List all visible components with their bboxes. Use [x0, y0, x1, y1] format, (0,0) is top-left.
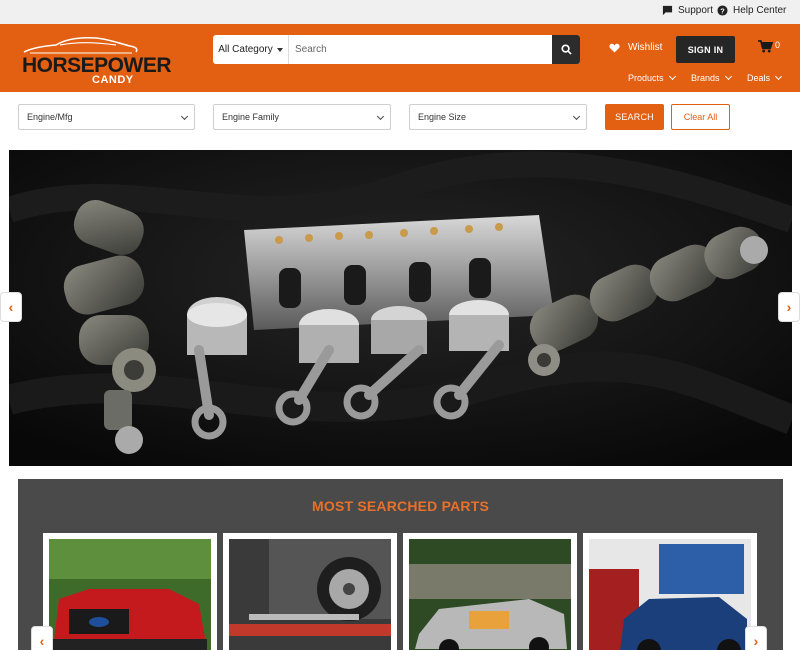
nav-deals-label: Deals: [747, 73, 771, 83]
engine-size-select[interactable]: Engine Size: [409, 104, 587, 130]
heart-icon: [609, 43, 620, 53]
help-center-label: Help Center: [733, 5, 787, 16]
product-card[interactable]: [223, 533, 397, 650]
product-image: [409, 539, 571, 650]
chat-icon: [662, 5, 673, 16]
support-link[interactable]: Support: [662, 5, 713, 16]
nav-deals[interactable]: Deals: [747, 72, 783, 83]
nav-products[interactable]: Products: [628, 72, 676, 83]
category-dropdown[interactable]: All Category: [213, 35, 289, 64]
most-searched-section: MOST SEARCHED PARTS: [18, 479, 783, 650]
cart-icon: [758, 40, 773, 53]
engine-parts-image: [9, 150, 792, 466]
parts-next-button[interactable]: ›: [745, 626, 767, 650]
nav-products-label: Products: [628, 73, 664, 83]
svg-text:?: ?: [720, 6, 725, 15]
help-center-link[interactable]: ? Help Center: [717, 5, 786, 16]
hero-next-button[interactable]: ›: [778, 292, 800, 322]
brand-subname: CANDY: [92, 74, 134, 86]
sign-in-button[interactable]: SIGN IN: [676, 36, 735, 63]
nav-brands[interactable]: Brands: [691, 72, 732, 83]
chevron-down-icon: [668, 72, 676, 81]
filter-search-button[interactable]: SEARCH: [605, 104, 664, 130]
search-icon: [560, 44, 572, 55]
engine-mfg-label: Engine/Mfg: [27, 112, 73, 122]
clear-all-button[interactable]: Clear All: [671, 104, 730, 130]
wishlist-label: Wishlist: [628, 42, 663, 53]
search-button[interactable]: [552, 35, 580, 64]
engine-family-label: Engine Family: [222, 112, 280, 122]
chevron-down-icon: [376, 112, 385, 121]
cart-count: 0: [775, 40, 781, 50]
product-card[interactable]: [583, 533, 757, 650]
car-logo-icon: [23, 36, 138, 54]
product-image: [229, 539, 391, 650]
chevron-down-icon: [180, 112, 189, 121]
engine-family-select[interactable]: Engine Family: [213, 104, 391, 130]
product-card[interactable]: [43, 533, 217, 650]
wishlist-link[interactable]: Wishlist: [609, 42, 662, 53]
hero-banner: [9, 150, 792, 466]
hero-prev-button[interactable]: ‹: [0, 292, 22, 322]
category-label: All Category: [218, 44, 273, 55]
cart-button[interactable]: 0: [758, 40, 780, 53]
question-icon: ?: [717, 5, 728, 16]
chevron-down-icon: [774, 72, 783, 81]
chevron-down-icon: [724, 72, 732, 81]
search-input[interactable]: [291, 35, 551, 64]
engine-mfg-select[interactable]: Engine/Mfg: [18, 104, 195, 130]
search-bar: All Category: [213, 35, 580, 64]
product-image: [589, 539, 751, 650]
caret-down-icon: [276, 47, 283, 52]
parts-prev-button[interactable]: ‹: [31, 626, 53, 650]
section-title: MOST SEARCHED PARTS: [312, 498, 489, 514]
product-card[interactable]: [403, 533, 577, 650]
support-label: Support: [678, 5, 714, 16]
chevron-down-icon: [572, 112, 581, 121]
site-logo[interactable]: HORSEPOWER CANDY: [20, 34, 172, 86]
site-header: HORSEPOWER CANDY All Category Wishlist S…: [0, 24, 800, 92]
nav-brands-label: Brands: [691, 73, 720, 83]
engine-size-label: Engine Size: [418, 112, 467, 122]
product-image: [49, 539, 211, 650]
utility-bar: Support ? Help Center: [0, 0, 800, 24]
